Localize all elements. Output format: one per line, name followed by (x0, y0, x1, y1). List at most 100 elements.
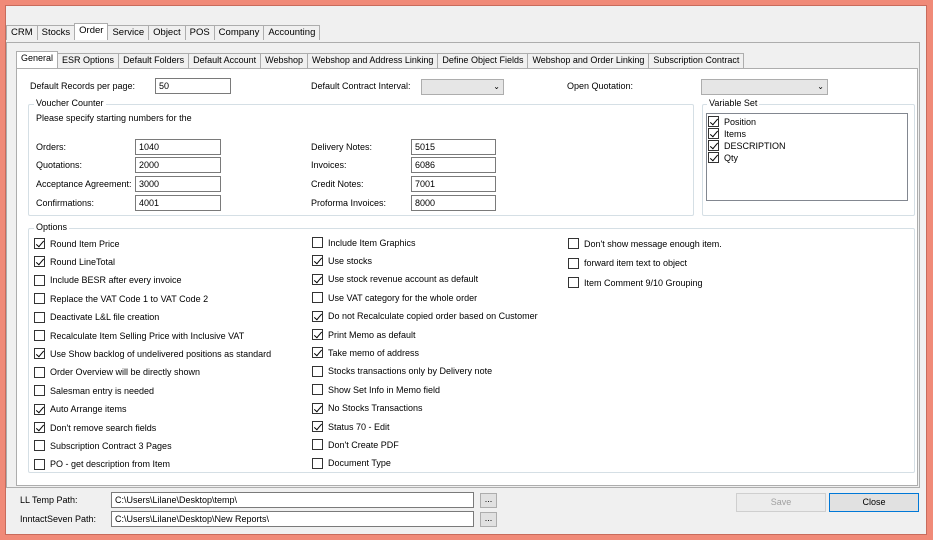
option-checkbox[interactable]: Subscription Contract 3 Pages (34, 440, 172, 452)
checkbox-unchecked-icon[interactable] (34, 366, 45, 378)
option-checkbox[interactable]: Deactivate L&L file creation (34, 311, 159, 323)
checkbox-checked-icon[interactable] (708, 116, 719, 127)
tab-stocks[interactable]: Stocks (36, 25, 76, 40)
default-records-input[interactable]: 50 (155, 78, 231, 94)
checkbox-checked-icon[interactable] (34, 238, 45, 249)
option-checkbox[interactable]: Don't remove search fields (34, 422, 156, 433)
checkbox-checked-icon[interactable] (34, 256, 45, 268)
checkbox-checked-icon[interactable] (312, 347, 323, 359)
default-contract-select[interactable]: ⌄ (421, 79, 504, 95)
option-checkbox[interactable]: Status 70 - Edit (312, 421, 390, 432)
tab-define-object-fields[interactable]: Define Object Fields (437, 53, 529, 68)
option-checkbox[interactable]: Don't show message enough item. (568, 238, 722, 249)
option-checkbox[interactable]: Include Item Graphics (312, 237, 416, 248)
ll-temp-path-input[interactable]: C:\Users\Lilane\Desktop\temp\ (111, 492, 474, 508)
ll-temp-browse-button[interactable]: ... (480, 493, 497, 508)
option-checkbox[interactable]: Replace the VAT Code 1 to VAT Code 2 (34, 293, 208, 305)
option-checkbox[interactable]: forward item text to object (568, 257, 687, 269)
invoices-input[interactable]: 6086 (411, 157, 496, 173)
option-checkbox[interactable]: Show Set Info in Memo field (312, 384, 440, 396)
checkbox-unchecked-icon[interactable] (312, 292, 323, 304)
tab-company[interactable]: Company (213, 25, 265, 40)
quotations-input[interactable]: 2000 (135, 157, 221, 173)
checkbox-checked-icon[interactable] (312, 402, 323, 414)
option-checkbox[interactable]: Position (708, 116, 756, 127)
checkbox-unchecked-icon[interactable] (34, 458, 45, 470)
tab-subscription-contract[interactable]: Subscription Contract (648, 53, 745, 68)
inntact-browse-button[interactable]: ... (480, 512, 497, 527)
checkbox-unchecked-icon[interactable] (34, 311, 45, 323)
checkbox-checked-icon[interactable] (312, 273, 323, 285)
tab-crm[interactable]: CRM (6, 25, 38, 40)
checkbox-unchecked-icon[interactable] (312, 439, 323, 451)
checkbox-checked-icon[interactable] (708, 128, 719, 139)
option-checkbox[interactable]: Use stock revenue account as default (312, 273, 478, 285)
checkbox-unchecked-icon[interactable] (568, 257, 579, 269)
option-checkbox[interactable]: Order Overview will be directly shown (34, 366, 200, 378)
tab-pos[interactable]: POS (184, 25, 215, 40)
tab-accounting[interactable]: Accounting (263, 25, 321, 40)
confirmations-input[interactable]: 4001 (135, 195, 221, 211)
credit-notes-input[interactable]: 7001 (411, 176, 496, 192)
delivery-notes-input[interactable]: 5015 (411, 139, 496, 155)
checkbox-checked-icon[interactable] (312, 255, 323, 267)
option-checkbox[interactable]: Stocks transactions only by Delivery not… (312, 365, 492, 377)
inntact-path-input[interactable]: C:\Users\Lilane\Desktop\New Reports\ (111, 511, 474, 527)
checkbox-checked-icon[interactable] (708, 152, 719, 163)
orders-input[interactable]: 1040 (135, 139, 221, 155)
checkbox-checked-icon[interactable] (34, 403, 45, 415)
option-checkbox[interactable]: Include BESR after every invoice (34, 274, 182, 286)
checkbox-unchecked-icon[interactable] (312, 384, 323, 396)
checkbox-unchecked-icon[interactable] (34, 440, 45, 452)
checkbox-unchecked-icon[interactable] (34, 385, 45, 397)
option-checkbox[interactable]: Round LineTotal (34, 256, 115, 268)
checkbox-unchecked-icon[interactable] (312, 237, 323, 248)
tab-webshop-address-linking[interactable]: Webshop and Address Linking (307, 53, 439, 68)
checkbox-checked-icon[interactable] (312, 310, 323, 322)
option-checkbox[interactable]: Print Memo as default (312, 329, 416, 340)
checkbox-checked-icon[interactable] (312, 329, 323, 340)
option-checkbox[interactable]: Items (708, 128, 746, 139)
checkbox-checked-icon[interactable] (312, 421, 323, 432)
save-button[interactable]: Save (736, 493, 826, 512)
option-checkbox[interactable]: Round Item Price (34, 238, 120, 249)
tab-service[interactable]: Service (107, 25, 150, 40)
option-checkbox[interactable]: Use VAT category for the whole order (312, 292, 477, 304)
acceptance-input[interactable]: 3000 (135, 176, 221, 192)
close-button[interactable]: Close (829, 493, 919, 512)
tab-esr-options[interactable]: ESR Options (57, 53, 120, 68)
option-checkbox[interactable]: Qty (708, 152, 738, 163)
checkbox-unchecked-icon[interactable] (312, 457, 323, 469)
tab-order[interactable]: Order (74, 23, 109, 40)
tab-general[interactable]: General (16, 51, 59, 68)
option-checkbox[interactable]: Salesman entry is needed (34, 385, 154, 397)
checkbox-unchecked-icon[interactable] (568, 277, 579, 288)
tab-object[interactable]: Object (148, 25, 186, 40)
checkbox-unchecked-icon[interactable] (34, 293, 45, 305)
option-checkbox[interactable]: Item Comment 9/10 Grouping (568, 277, 703, 288)
checkbox-checked-icon[interactable] (34, 348, 45, 360)
tab-webshop[interactable]: Webshop (260, 53, 308, 68)
open-quotation-select[interactable]: ⌄ (701, 79, 828, 95)
option-checkbox[interactable]: Don't Create PDF (312, 439, 399, 451)
checkbox-unchecked-icon[interactable] (34, 330, 45, 341)
tab-default-folders[interactable]: Default Folders (118, 53, 190, 68)
checkbox-checked-icon[interactable] (708, 140, 719, 151)
option-checkbox[interactable]: Use stocks (312, 255, 372, 267)
checkbox-unchecked-icon[interactable] (34, 274, 45, 286)
proforma-invoices-input[interactable]: 8000 (411, 195, 496, 211)
checkbox-checked-icon[interactable] (34, 422, 45, 433)
tab-webshop-order-linking[interactable]: Webshop and Order Linking (527, 53, 650, 68)
option-checkbox[interactable]: PO - get description from Item (34, 458, 170, 470)
tab-default-account[interactable]: Default Account (188, 53, 262, 68)
option-checkbox[interactable]: Do not Recalculate copied order based on… (312, 310, 538, 322)
option-checkbox[interactable]: Recalculate Item Selling Price with Incl… (34, 330, 244, 341)
checkbox-unchecked-icon[interactable] (568, 238, 579, 249)
option-checkbox[interactable]: No Stocks Transactions (312, 402, 423, 414)
option-checkbox[interactable]: Take memo of address (312, 347, 419, 359)
option-checkbox[interactable]: Auto Arrange items (34, 403, 127, 415)
checkbox-unchecked-icon[interactable] (312, 365, 323, 377)
option-checkbox[interactable]: Document Type (312, 457, 391, 469)
option-checkbox[interactable]: DESCRIPTION (708, 140, 786, 151)
option-checkbox[interactable]: Use Show backlog of undelivered position… (34, 348, 271, 360)
